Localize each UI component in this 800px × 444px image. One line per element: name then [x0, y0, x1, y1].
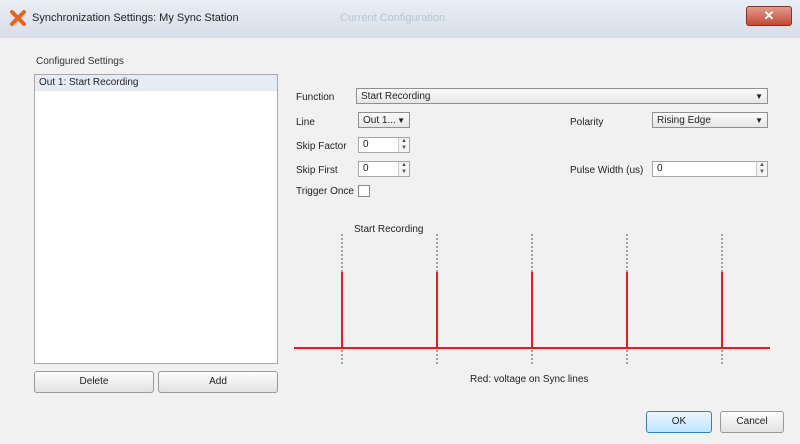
- line-label: Line: [296, 117, 315, 128]
- delete-button[interactable]: Delete: [34, 371, 154, 393]
- pulse-width-label: Pulse Width (us): [570, 165, 644, 176]
- configured-settings-list[interactable]: Out 1: Start Recording: [34, 74, 278, 364]
- line-value: Out 1...: [363, 115, 396, 126]
- diagram-caption: Red: voltage on Sync lines: [470, 374, 589, 385]
- configured-settings-label: Configured Settings: [36, 56, 124, 67]
- skip-first-value: 0: [363, 163, 369, 174]
- function-select[interactable]: Start Recording ▼: [356, 88, 768, 104]
- cancel-button[interactable]: Cancel: [720, 411, 784, 433]
- close-icon: ✕: [763, 8, 775, 23]
- close-button[interactable]: ✕: [746, 6, 792, 26]
- ok-button[interactable]: OK: [646, 411, 712, 433]
- trigger-once-checkbox[interactable]: [358, 185, 370, 197]
- spin-arrows-icon[interactable]: ▲ ▼: [756, 162, 767, 176]
- list-item[interactable]: Out 1: Start Recording: [35, 75, 277, 91]
- polarity-label: Polarity: [570, 117, 604, 128]
- function-value: Start Recording: [361, 91, 431, 102]
- chevron-down-icon: ▼: [755, 92, 763, 101]
- pulse-width-input[interactable]: 0 ▲ ▼: [652, 161, 768, 177]
- spin-arrows-icon[interactable]: ▲ ▼: [398, 138, 409, 152]
- sync-diagram: [294, 234, 770, 364]
- function-label: Function: [296, 92, 335, 103]
- chevron-down-icon: ▼: [397, 116, 405, 125]
- background-window-title: Current Configuration: [340, 12, 446, 24]
- window-title: Synchronization Settings: My Sync Statio…: [32, 12, 239, 24]
- title-bar: Synchronization Settings: My Sync Statio…: [0, 0, 800, 39]
- line-select[interactable]: Out 1... ▼: [358, 112, 410, 128]
- skip-factor-label: Skip Factor: [296, 141, 347, 152]
- add-button[interactable]: Add: [158, 371, 278, 393]
- app-icon: [10, 10, 26, 26]
- skip-first-label: Skip First: [296, 165, 338, 176]
- skip-factor-value: 0: [363, 139, 369, 150]
- polarity-value: Rising Edge: [657, 115, 711, 126]
- pulse-width-value: 0: [657, 163, 663, 174]
- chevron-down-icon: ▼: [755, 116, 763, 125]
- polarity-select[interactable]: Rising Edge ▼: [652, 112, 768, 128]
- trigger-once-label: Trigger Once: [296, 186, 354, 197]
- spin-arrows-icon[interactable]: ▲ ▼: [398, 162, 409, 176]
- skip-factor-input[interactable]: 0 ▲ ▼: [358, 137, 410, 153]
- skip-first-input[interactable]: 0 ▲ ▼: [358, 161, 410, 177]
